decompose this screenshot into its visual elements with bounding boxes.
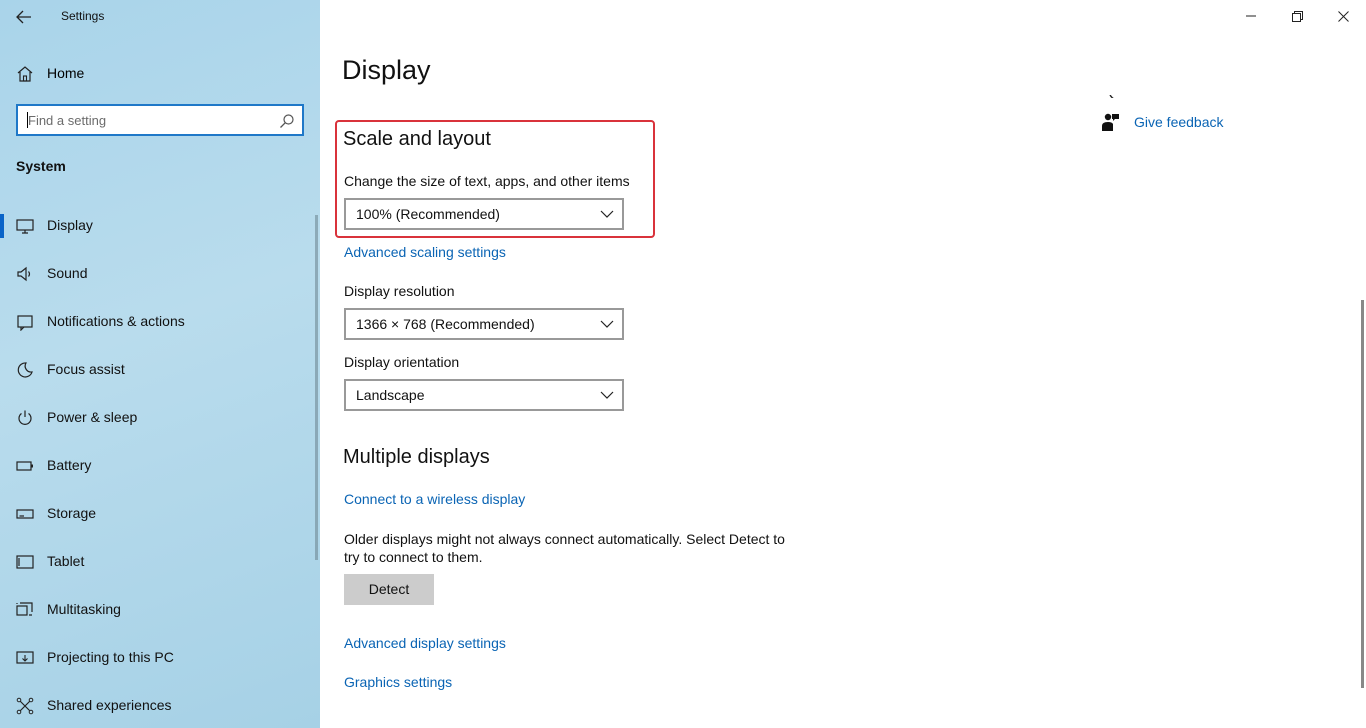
- battery-icon: [16, 461, 33, 471]
- feedback-link: Give feedback: [1134, 114, 1224, 130]
- orientation-dropdown-value: Landscape: [356, 387, 425, 403]
- give-feedback[interactable]: Give feedback: [1100, 112, 1240, 132]
- shared-experiences-icon: [16, 697, 34, 715]
- sidebar-item-notifications[interactable]: Notifications & actions: [0, 304, 320, 352]
- sidebar-item-storage[interactable]: Storage: [0, 496, 320, 544]
- sidebar-item-label: Shared experiences: [47, 697, 172, 713]
- projecting-icon: [16, 651, 34, 664]
- monitor-icon: [16, 219, 34, 234]
- sidebar-item-label: Display: [47, 217, 93, 233]
- sidebar-item-label: Projecting to this PC: [47, 649, 174, 665]
- tablet-icon: [16, 555, 34, 569]
- restore-icon: [1291, 10, 1303, 22]
- multiple-displays-heading: Multiple displays: [343, 446, 490, 468]
- sidebar-item-shared-experiences[interactable]: Shared experiences: [0, 688, 320, 728]
- chevron-down-icon: [600, 320, 614, 328]
- wireless-display-link[interactable]: Connect to a wireless display: [344, 491, 525, 507]
- main-scrollbar[interactable]: [1361, 300, 1364, 688]
- sidebar-item-label: Sound: [47, 265, 88, 281]
- minimize-button[interactable]: [1228, 0, 1274, 32]
- chevron-down-icon: [600, 391, 614, 399]
- back-button[interactable]: [8, 4, 40, 30]
- partially-hidden-link: [1108, 90, 1228, 98]
- resolution-dropdown[interactable]: 1366 × 768 (Recommended): [344, 308, 624, 340]
- resolution-dropdown-value: 1366 × 768 (Recommended): [356, 316, 535, 332]
- home-label: Home: [47, 65, 85, 81]
- sidebar-item-projecting[interactable]: Projecting to this PC: [0, 640, 320, 688]
- sidebar-item-power-sleep[interactable]: Power & sleep: [0, 400, 320, 448]
- sidebar-item-home[interactable]: Home: [0, 57, 320, 89]
- sidebar-item-focus-assist[interactable]: Focus assist: [0, 352, 320, 400]
- sidebar: Settings Home Find a setting System Disp…: [0, 0, 320, 728]
- sidebar-item-sound[interactable]: Sound: [0, 256, 320, 304]
- feedback-person-icon: [1102, 113, 1119, 131]
- sidebar-item-label: Power & sleep: [47, 409, 138, 425]
- search-input[interactable]: Find a setting: [16, 104, 304, 136]
- resolution-label: Display resolution: [344, 283, 455, 299]
- back-arrow-icon: [16, 10, 31, 24]
- sidebar-item-label: Multitasking: [47, 601, 121, 617]
- sidebar-item-label: Notifications & actions: [47, 313, 185, 329]
- page-title: Display: [342, 55, 431, 85]
- power-icon: [18, 410, 32, 425]
- advanced-display-link[interactable]: Advanced display settings: [344, 635, 506, 651]
- multitasking-icon: [16, 602, 33, 616]
- sidebar-item-display[interactable]: Display: [0, 208, 320, 256]
- moon-icon: [17, 362, 33, 378]
- scale-size-label: Change the size of text, apps, and other…: [344, 173, 630, 189]
- chevron-down-icon: [600, 210, 614, 218]
- sidebar-item-label: Tablet: [47, 553, 85, 569]
- sidebar-nav: Display Sound Notifications & actions Fo…: [0, 208, 320, 728]
- notification-icon: [17, 315, 33, 331]
- minimize-icon: [1246, 15, 1256, 17]
- help-icon: [1109, 94, 1114, 98]
- sidebar-item-label: Storage: [47, 505, 97, 521]
- sidebar-item-multitasking[interactable]: Multitasking: [0, 592, 320, 640]
- restore-button[interactable]: [1274, 0, 1320, 32]
- scale-dropdown-value: 100% (Recommended): [356, 206, 500, 222]
- sidebar-item-label: Focus assist: [47, 361, 125, 377]
- detect-button[interactable]: Detect: [344, 574, 434, 605]
- home-icon: [17, 66, 33, 82]
- search-placeholder: Find a setting: [28, 113, 107, 128]
- orientation-label: Display orientation: [344, 354, 460, 370]
- scale-layout-heading: Scale and layout: [343, 128, 491, 150]
- graphics-settings-link[interactable]: Graphics settings: [344, 674, 452, 690]
- sidebar-item-tablet[interactable]: Tablet: [0, 544, 320, 592]
- detect-description: Older displays might not always connect …: [344, 531, 785, 565]
- sidebar-item-battery[interactable]: Battery: [0, 448, 320, 496]
- orientation-dropdown[interactable]: Landscape: [344, 379, 624, 411]
- sidebar-item-label: Battery: [47, 457, 92, 473]
- close-icon: [1337, 10, 1349, 22]
- speaker-icon: [17, 266, 31, 282]
- search-icon[interactable]: [279, 113, 295, 129]
- scale-dropdown[interactable]: 100% (Recommended): [344, 198, 624, 230]
- storage-icon: [16, 509, 34, 519]
- section-label-system: System: [16, 158, 66, 174]
- advanced-scaling-link[interactable]: Advanced scaling settings: [344, 244, 506, 260]
- sidebar-scrollbar[interactable]: [315, 215, 318, 560]
- close-button[interactable]: [1320, 0, 1366, 32]
- app-title: Settings: [61, 9, 105, 23]
